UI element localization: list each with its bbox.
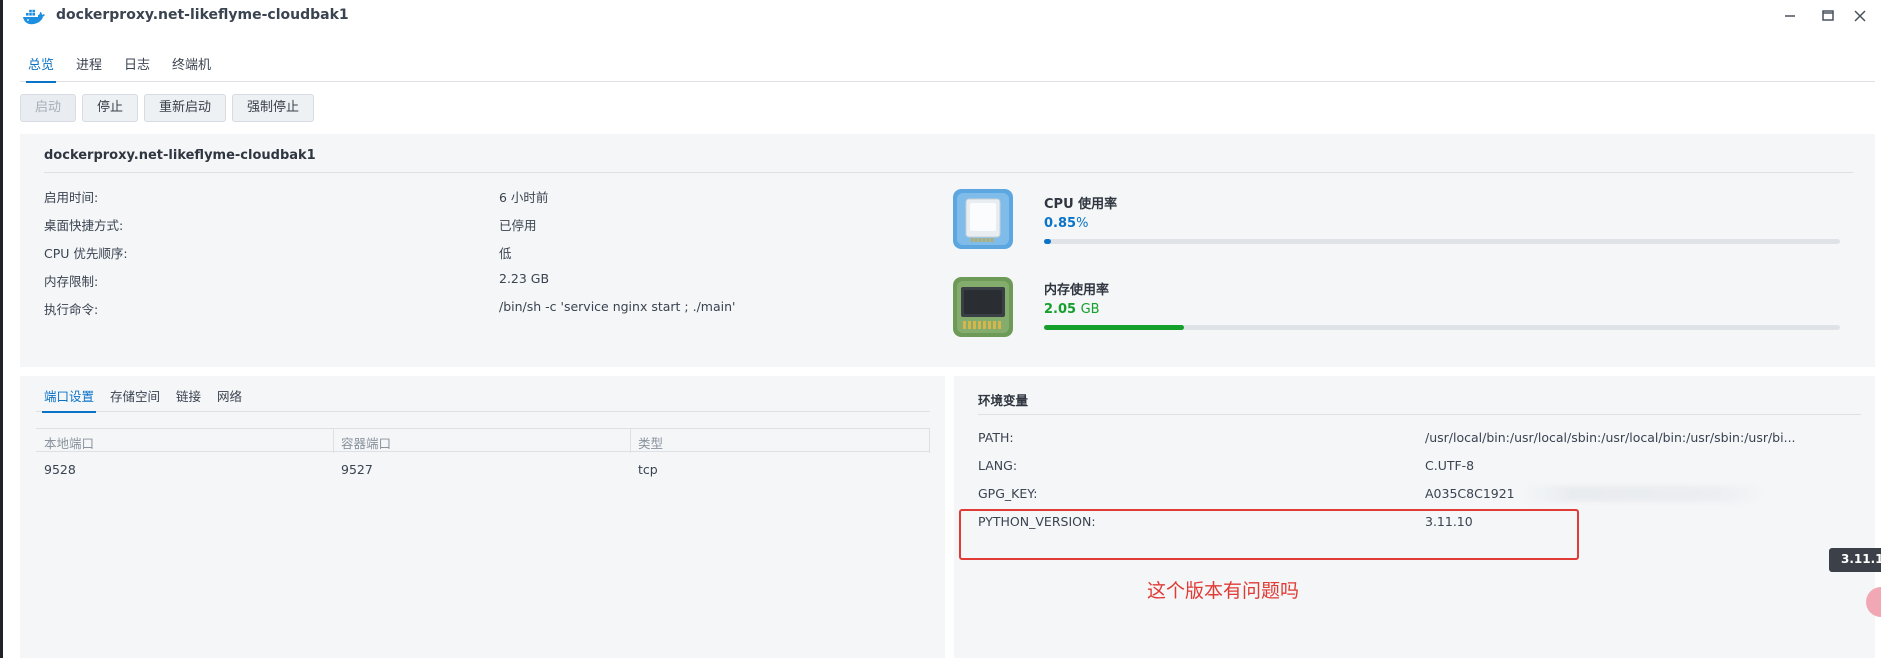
window-edge: [0, 0, 3, 658]
cpu-priority-label: CPU 优先顺序:: [44, 246, 128, 261]
tab-logs[interactable]: 日志: [116, 50, 158, 82]
minimize-icon[interactable]: [1780, 6, 1800, 26]
memory-usage-bar: [1044, 325, 1840, 330]
settings-tab-bar: 端口设置 存储空间 链接 网络: [36, 386, 930, 413]
column-local-port[interactable]: 本地端口: [44, 433, 94, 452]
memory-limit-value: 2.23 GB: [499, 271, 550, 286]
main-tab-bar: 总览 进程 日志 终端机: [20, 50, 1875, 83]
restart-button[interactable]: 重新启动: [144, 94, 227, 122]
tab-terminal[interactable]: 终端机: [164, 50, 219, 82]
container-port-cell: 9527: [341, 462, 373, 477]
container-info-panel: dockerproxy.net-likeflyme-cloudbak1 启用时间…: [20, 134, 1875, 367]
tab-network[interactable]: 网络: [209, 386, 250, 412]
env-key-path: PATH:: [978, 430, 1014, 445]
maximize-icon[interactable]: [1818, 6, 1838, 26]
env-key-lang: LANG:: [978, 458, 1018, 473]
title-bar: dockerproxy.net-likeflyme-cloudbak1: [0, 0, 1881, 34]
desktop-shortcut-value: 已停用: [499, 218, 537, 233]
env-value-path: /usr/local/bin:/usr/local/sbin:/usr/loca…: [1425, 430, 1796, 445]
env-key-gpg: GPG_KEY:: [978, 486, 1038, 501]
column-divider[interactable]: [333, 429, 334, 453]
command-label: 执行命令:: [44, 302, 99, 317]
annotation-text: 这个版本有问题吗: [1147, 580, 1300, 602]
memory-usage-title: 内存使用率: [1044, 283, 1110, 298]
env-value-gpg: A035C8C1921: [1425, 486, 1515, 501]
cpu-usage-title: CPU 使用率: [1044, 197, 1118, 212]
column-container-port[interactable]: 容器端口: [341, 433, 391, 452]
memory-usage-bar-fill: [1044, 325, 1185, 330]
uptime-label: 启用时间:: [44, 190, 99, 205]
divider: [44, 172, 1853, 173]
uptime-value: 6 小时前: [499, 190, 549, 205]
memory-module-icon: [953, 277, 1013, 337]
cpu-usage-bar-fill: [1044, 239, 1051, 244]
type-cell: tcp: [638, 462, 658, 477]
env-value-lang: C.UTF-8: [1425, 458, 1475, 473]
tab-links[interactable]: 链接: [168, 386, 209, 412]
cpu-usage-number: 0.85: [1044, 216, 1077, 231]
env-vars-title: 环境变量: [978, 393, 1029, 408]
docker-logo-icon: [23, 9, 45, 25]
tooltip: 3.11.1: [1829, 548, 1881, 572]
local-port-cell: 9528: [44, 462, 76, 477]
memory-usage-unit: GB: [1080, 302, 1100, 317]
tab-overview[interactable]: 总览: [20, 50, 62, 83]
start-button[interactable]: 启动: [20, 94, 77, 122]
container-name: dockerproxy.net-likeflyme-cloudbak1: [44, 148, 316, 163]
tab-port-settings[interactable]: 端口设置: [36, 386, 102, 413]
annotation-highlight-box: [959, 509, 1579, 560]
cpu-usage-bar: [1044, 239, 1840, 244]
redaction-blur: [1522, 486, 1766, 502]
command-value: /bin/sh -c 'service nginx start ; ./main…: [499, 299, 736, 314]
action-toolbar: 启动 停止 重新启动 强制停止: [20, 94, 315, 122]
column-divider[interactable]: [929, 429, 930, 453]
settings-panel: 端口设置 存储空间 链接 网络 本地端口 容器端口 类型 9528 9527 t…: [20, 376, 945, 658]
memory-usage-number: 2.05: [1044, 302, 1077, 317]
container-details-window: dockerproxy.net-likeflyme-cloudbak1 总览 进…: [0, 0, 1881, 658]
desktop-shortcut-label: 桌面快捷方式:: [44, 218, 124, 233]
column-divider[interactable]: [630, 429, 631, 453]
divider: [978, 414, 1861, 415]
window-title: dockerproxy.net-likeflyme-cloudbak1: [56, 7, 349, 23]
force-stop-button[interactable]: 强制停止: [232, 94, 315, 122]
cpu-chip-icon: [953, 189, 1013, 249]
stop-button[interactable]: 停止: [82, 94, 139, 122]
cpu-usage-unit: %: [1076, 216, 1089, 231]
close-icon[interactable]: [1850, 6, 1870, 26]
cpu-usage-value: 0.85%: [1044, 216, 1088, 231]
column-type[interactable]: 类型: [638, 433, 663, 452]
tab-storage[interactable]: 存储空间: [102, 386, 168, 412]
cpu-priority-value: 低: [499, 246, 512, 261]
memory-limit-label: 内存限制:: [44, 274, 99, 289]
port-table-header: 本地端口 容器端口 类型: [36, 428, 930, 453]
memory-usage-value: 2.05 GB: [1044, 302, 1100, 317]
tab-processes[interactable]: 进程: [68, 50, 110, 82]
